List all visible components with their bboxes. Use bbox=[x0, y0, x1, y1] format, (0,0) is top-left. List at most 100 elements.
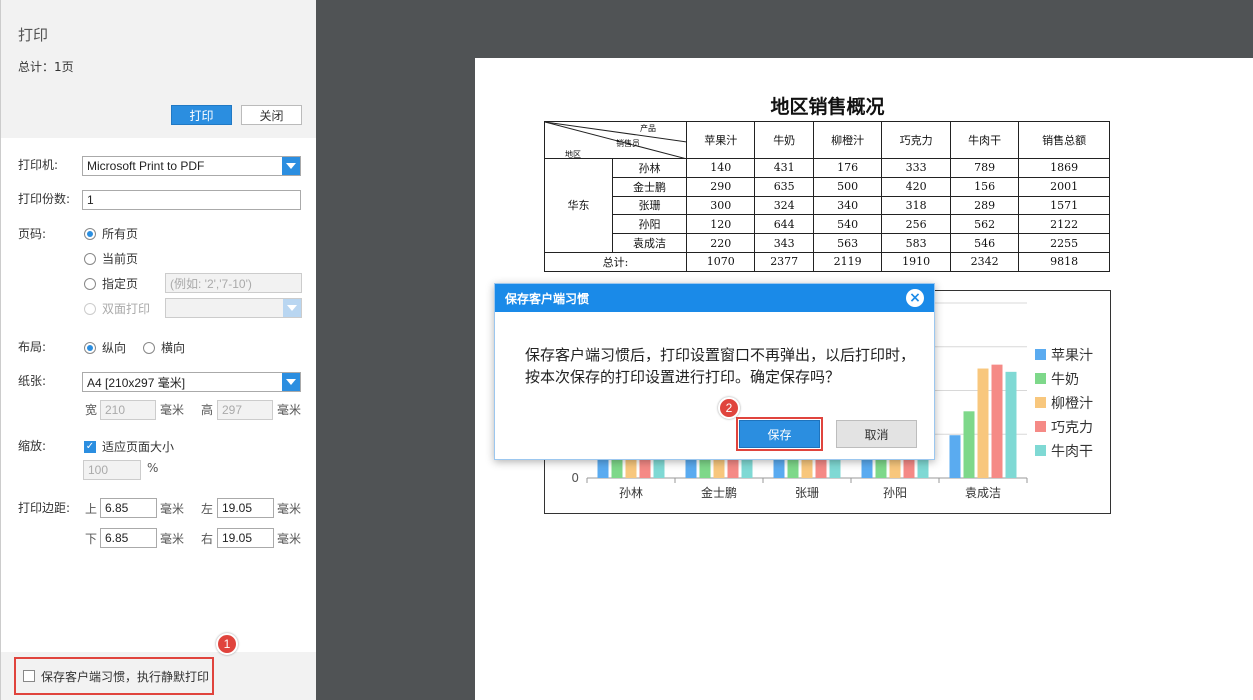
table-cell: 562 bbox=[949, 214, 1020, 235]
step-badge-2: 2 bbox=[718, 397, 740, 419]
margin-left-input[interactable]: 19.05 bbox=[217, 498, 274, 518]
total-cell: 9818 bbox=[1018, 251, 1110, 272]
paper-height-input[interactable]: 297 bbox=[217, 400, 273, 420]
paper-label: 纸张: bbox=[18, 374, 47, 388]
radio-icon bbox=[84, 252, 96, 265]
radio-landscape[interactable]: 横向 bbox=[143, 339, 185, 356]
table-cell: 2001 bbox=[1018, 176, 1110, 197]
fit-page-checkbox[interactable]: ✓ 适应页面大小 bbox=[84, 438, 174, 455]
scale-label: 缩放: bbox=[18, 439, 47, 453]
table-cell: 1571 bbox=[1018, 195, 1110, 216]
total-cell: 2119 bbox=[812, 251, 883, 272]
column-header: 销售总额 bbox=[1018, 121, 1110, 159]
step-badge-1: 1 bbox=[216, 633, 238, 655]
total-cell: 1910 bbox=[881, 251, 951, 272]
legend-swatch bbox=[1035, 445, 1046, 456]
salesperson-cell: 孙林 bbox=[612, 158, 687, 178]
table-cell: 563 bbox=[812, 233, 883, 253]
paper-width-unit: 毫米 bbox=[160, 403, 185, 417]
dialog-save-button[interactable]: 保存 bbox=[736, 417, 823, 451]
legend-swatch bbox=[1035, 373, 1046, 384]
chevron-down-icon[interactable] bbox=[283, 299, 301, 317]
margin-bottom-input[interactable]: 6.85 bbox=[100, 528, 157, 548]
bar bbox=[949, 435, 961, 478]
table-cell: 290 bbox=[685, 176, 756, 197]
margin-right-input[interactable]: 19.05 bbox=[217, 528, 274, 548]
table-cell: 318 bbox=[881, 195, 951, 216]
corner-region: 地区 bbox=[565, 150, 581, 159]
table-total-row: 总计: 1070 2377 2119 1910 2342 9818 bbox=[544, 251, 1110, 272]
margins-label: 打印边距: bbox=[18, 501, 71, 515]
pages-label: 页码: bbox=[18, 227, 47, 241]
specify-pages-input[interactable]: (例如: '2','7-10') bbox=[165, 273, 302, 293]
table-cell: 2255 bbox=[1018, 233, 1110, 253]
radio-duplex[interactable]: 双面打印 bbox=[84, 300, 150, 317]
total-cell: 2342 bbox=[949, 251, 1020, 272]
radio-specify-pages[interactable]: 指定页 bbox=[84, 275, 138, 292]
paper-width-input[interactable]: 210 bbox=[100, 400, 156, 420]
radio-portrait[interactable]: 纵向 bbox=[84, 339, 126, 356]
x-tick-label: 孙阳 bbox=[883, 486, 907, 500]
table-cell: 343 bbox=[754, 233, 814, 253]
duplex-select[interactable] bbox=[165, 298, 302, 318]
printer-select[interactable]: Microsoft Print to PDF bbox=[82, 156, 301, 176]
column-header: 牛肉干 bbox=[949, 121, 1020, 159]
table-cell: 140 bbox=[685, 158, 756, 178]
table-cell: 156 bbox=[949, 176, 1020, 197]
margin-right-unit: 毫米 bbox=[277, 532, 302, 546]
check-icon: ✓ bbox=[84, 440, 96, 453]
margin-top-input[interactable]: 6.85 bbox=[100, 498, 157, 518]
copies-input[interactable]: 1 bbox=[82, 190, 301, 210]
table-cell: 324 bbox=[754, 195, 814, 216]
radio-icon bbox=[84, 277, 96, 290]
paper-height-label: 高 bbox=[201, 403, 214, 417]
margin-right-label: 右 bbox=[201, 532, 214, 546]
margin-left-label: 左 bbox=[201, 502, 214, 516]
table-row: 袁成洁 220 343 563 583 546 2255 bbox=[545, 233, 1110, 253]
column-header: 巧克力 bbox=[881, 121, 951, 159]
sales-table: 产品 销售员 地区 苹果汁 牛奶 柳橙汁 巧克力 牛肉干 销售总额 华东 孙林 … bbox=[544, 121, 1110, 272]
chevron-down-icon[interactable] bbox=[282, 373, 300, 391]
salesperson-cell: 金士鹏 bbox=[612, 176, 687, 197]
radio-all-pages[interactable]: 所有页 bbox=[84, 225, 138, 242]
dialog-message: 保存客户端习惯后，打印设置窗口不再弹出，以后打印时，按本次保存的打印设置进行打印… bbox=[525, 346, 916, 386]
save-habit-checkbox[interactable]: 保存客户端习惯，执行静默打印 bbox=[14, 657, 214, 695]
print-button[interactable]: 打印 bbox=[171, 105, 232, 125]
margin-top-label: 上 bbox=[85, 502, 98, 516]
scale-input[interactable]: 100 bbox=[83, 460, 141, 480]
table-cell: 2122 bbox=[1018, 214, 1110, 235]
corner-product: 产品 bbox=[640, 124, 656, 133]
table-cell: 120 bbox=[685, 214, 756, 235]
bar bbox=[991, 364, 1003, 478]
table-cell: 256 bbox=[881, 214, 951, 235]
x-tick-label: 袁成洁 bbox=[965, 486, 1001, 500]
radio-icon bbox=[84, 341, 96, 354]
printer-value: Microsoft Print to PDF bbox=[87, 159, 205, 173]
table-row: 金士鹏 290 635 500 420 156 2001 bbox=[545, 176, 1110, 197]
region-cell: 华东 bbox=[544, 158, 613, 253]
paper-height-unit: 毫米 bbox=[277, 403, 302, 417]
table-cell: 644 bbox=[754, 214, 814, 235]
margin-bottom-label: 下 bbox=[85, 532, 98, 546]
y-tick-label: 0 bbox=[571, 471, 579, 485]
chevron-down-icon[interactable] bbox=[282, 157, 300, 175]
margin-bottom-unit: 毫米 bbox=[160, 532, 185, 546]
legend-label: 苹果汁 bbox=[1051, 348, 1093, 364]
radio-current-page[interactable]: 当前页 bbox=[84, 250, 138, 267]
paper-select[interactable]: A4 [210x297 毫米] bbox=[82, 372, 301, 392]
table-cell: 289 bbox=[949, 195, 1020, 216]
print-settings-panel: 打印 总计：1页 打印 关闭 打印机: Microsoft Print to P… bbox=[0, 0, 317, 700]
diagonal-header-cell: 产品 销售员 地区 bbox=[544, 121, 687, 159]
dialog-header: 保存客户端习惯 × bbox=[495, 284, 934, 312]
table-row: 孙阳 120 644 540 256 562 2122 bbox=[545, 214, 1110, 235]
total-cell: 1070 bbox=[685, 251, 756, 272]
column-header: 柳橙汁 bbox=[812, 121, 883, 159]
table-row: 张珊 300 324 340 318 289 1571 bbox=[545, 195, 1110, 216]
legend-label: 牛肉干 bbox=[1051, 444, 1093, 460]
table-cell: 420 bbox=[881, 176, 951, 197]
table-cell: 789 bbox=[949, 158, 1020, 178]
close-button[interactable]: 关闭 bbox=[241, 105, 302, 125]
paper-value: A4 [210x297 毫米] bbox=[87, 375, 186, 390]
close-icon[interactable]: × bbox=[906, 289, 924, 307]
dialog-cancel-button[interactable]: 取消 bbox=[836, 420, 917, 448]
